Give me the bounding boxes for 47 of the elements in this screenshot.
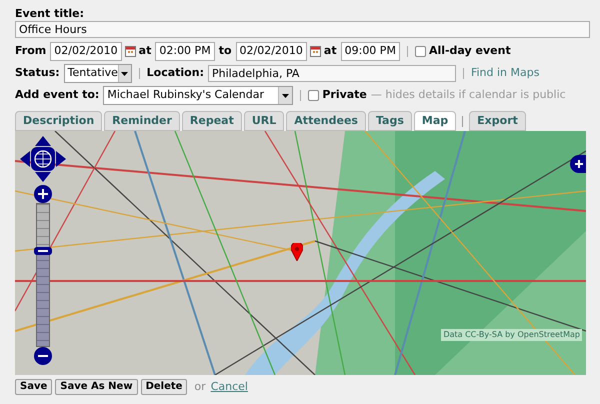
status-select[interactable]: Tentative xyxy=(64,64,132,83)
time-field[interactable]: 02:00 PM xyxy=(155,42,215,61)
field-label: Event title: xyxy=(15,7,85,21)
location-marker-icon xyxy=(291,243,303,261)
title-field[interactable]: Office Hours xyxy=(15,21,590,38)
field-label: to xyxy=(218,43,232,60)
zoom-out-icon[interactable] xyxy=(34,347,52,365)
field-label: Location: xyxy=(146,65,204,82)
cancel-link[interactable]: Cancel xyxy=(210,379,248,396)
tab[interactable]: URL xyxy=(244,111,284,131)
calendar-icon[interactable] xyxy=(124,46,136,57)
all-day-checkbox[interactable] xyxy=(414,46,426,57)
zoom-handle[interactable] xyxy=(34,246,52,255)
map-panel[interactable]: Data CC-By-SA by OpenStreetMap xyxy=(15,131,586,375)
caret-icon xyxy=(121,72,128,76)
calendar-select[interactable]: Michael Rubinsky's Calendar xyxy=(103,86,294,105)
caret-icon xyxy=(282,94,290,98)
tab[interactable]: Tags xyxy=(368,111,412,131)
field-label: Status: xyxy=(15,65,60,82)
tab[interactable]: Reminder xyxy=(104,111,180,131)
location-field[interactable]: Philadelphia, PA xyxy=(208,65,456,82)
field-label: Add event to: xyxy=(15,87,100,104)
layer-switcher-icon[interactable] xyxy=(570,155,586,173)
find-in-maps-link[interactable]: Find in Maps xyxy=(470,65,540,82)
tab[interactable]: Attendees xyxy=(286,111,366,131)
calendar-icon[interactable] xyxy=(310,46,321,57)
form-button[interactable]: Save As New xyxy=(55,379,138,396)
hint-text: — hides details if calendar is public xyxy=(370,87,566,104)
form-button[interactable]: Save xyxy=(15,379,52,396)
map-attribution: Data CC-By-SA by OpenStreetMap xyxy=(441,329,582,341)
field-label: at xyxy=(324,43,337,60)
form-button[interactable]: Delete xyxy=(140,379,188,396)
tab[interactable]: Export xyxy=(469,111,526,131)
checkbox-label: All-day event xyxy=(428,43,511,60)
zoom-in-icon[interactable] xyxy=(34,185,52,203)
tab[interactable]: Repeat xyxy=(182,111,242,131)
date-field[interactable]: 02/02/2010 xyxy=(236,42,307,61)
pan-control-icon[interactable] xyxy=(20,136,66,182)
tab[interactable]: Map xyxy=(414,111,456,131)
date-field[interactable]: 02/02/2010 xyxy=(50,42,122,61)
checkbox-label: Private xyxy=(322,87,367,104)
time-field[interactable]: 09:00 PM xyxy=(340,42,400,61)
tab[interactable]: Description xyxy=(15,111,102,131)
field-label: From xyxy=(15,43,46,60)
or-text: or xyxy=(194,379,206,395)
field-label: at xyxy=(138,43,152,60)
private-checkbox[interactable] xyxy=(308,90,320,101)
